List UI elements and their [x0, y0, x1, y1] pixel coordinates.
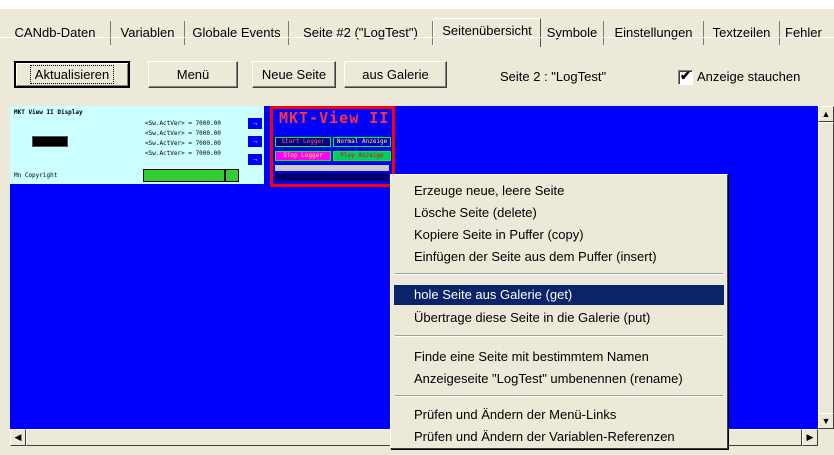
- thumb2-info-strip: [275, 165, 389, 171]
- scroll-right-icon[interactable]: ▶: [802, 429, 818, 446]
- tab-bar: CANdb-Daten Variablen Globale Events Sei…: [0, 9, 834, 47]
- thumb1-status-bar: [143, 169, 225, 182]
- menu-separator: [395, 395, 723, 397]
- tab-candb-daten[interactable]: CANdb-Daten: [0, 21, 111, 45]
- menu-button[interactable]: Menü: [148, 61, 238, 88]
- tab-einstellungen[interactable]: Einstellungen: [604, 21, 704, 45]
- compress-display-checkbox[interactable]: ✔: [678, 68, 693, 85]
- menu-item-get-from-gallery[interactable]: hole Seite aus Galerie (get): [394, 285, 724, 305]
- scroll-up-icon[interactable]: ▲: [818, 106, 834, 122]
- thumb2-title: MKT-View II: [279, 109, 390, 127]
- tab-seitenuebersicht[interactable]: Seitenübersicht: [433, 18, 541, 47]
- menu-item-put-to-gallery[interactable]: Übertrage diese Seite in die Galerie (pu…: [394, 308, 724, 328]
- thumb1-line-2: <Sw.ActVer> = 7000.00: [145, 130, 221, 137]
- tab-variablen[interactable]: Variablen: [111, 21, 185, 45]
- from-gallery-button[interactable]: aus Galerie: [344, 61, 447, 88]
- tab-divider: [0, 37, 834, 38]
- tab-fehler[interactable]: Fehler: [780, 21, 834, 45]
- thumb1-status-box: [225, 169, 239, 182]
- menu-item-check-variable-refs[interactable]: Prüfen und Ändern der Variablen-Referenz…: [394, 427, 724, 447]
- compress-display-label[interactable]: Anzeige stauchen: [697, 69, 800, 84]
- menu-separator: [395, 335, 723, 337]
- refresh-button[interactable]: Aktualisieren: [14, 61, 130, 88]
- menu-item-insert-page[interactable]: Einfügen der Seite aus dem Puffer (inser…: [394, 247, 724, 267]
- refresh-label: Aktualisieren: [29, 65, 115, 84]
- tab-textzeilen[interactable]: Textzeilen: [704, 21, 780, 45]
- thumb1-line-4: <Sw.ActVer> = 7000.00: [145, 150, 221, 157]
- top-strip: [0, 0, 834, 9]
- thumb1-copyright: Mn Copyright: [14, 172, 58, 179]
- menu-item-delete-page[interactable]: Lösche Seite (delete): [394, 203, 724, 223]
- page-thumbnail-1[interactable]: MKT View II Display <Sw.ActVer> = 7000.0…: [10, 106, 264, 184]
- thumb2-footer-strip: [275, 173, 389, 181]
- scroll-left-icon[interactable]: ◀: [10, 429, 26, 446]
- thumb1-arrow-icon: →: [248, 136, 262, 147]
- current-page-label: Seite 2 : "LogTest": [500, 69, 607, 84]
- vertical-scroll-thumb[interactable]: [818, 122, 834, 414]
- thumb1-arrow-icon: →: [248, 154, 262, 165]
- menu-item-find-page[interactable]: Finde eine Seite mit bestimmtem Namen: [394, 347, 724, 367]
- tab-symbole[interactable]: Symbole: [541, 21, 604, 45]
- main-window: CANdb-Daten Variablen Globale Events Sei…: [0, 0, 834, 455]
- scrollbar-corner: [818, 429, 834, 446]
- context-menu: Erzeuge neue, leere Seite Lösche Seite (…: [390, 174, 728, 449]
- thumb1-arrow-icon: →: [248, 118, 262, 129]
- thumb1-line-1: <Sw.ActVer> = 7000.00: [145, 120, 221, 127]
- thumb2-play-display: Play Anzeige: [333, 151, 391, 161]
- thumb1-title: MKT View II Display: [14, 109, 83, 116]
- tab-seite-2[interactable]: Seite #2 ("LogTest"): [289, 21, 433, 45]
- menu-separator: [395, 273, 723, 275]
- thumb2-normal-display: Normal Anzeige: [333, 137, 391, 147]
- menu-item-check-menu-links[interactable]: Prüfen und Ändern der Menü-Links: [394, 405, 724, 425]
- thumb1-line-3: <Sw.ActVer> = 7000.00: [145, 140, 221, 147]
- tab-globale-events[interactable]: Globale Events: [185, 21, 289, 45]
- vertical-scrollbar[interactable]: ▲ ▼: [818, 106, 834, 429]
- menu-item-rename-page[interactable]: Anzeigeseite "LogTest" umbenennen (renam…: [394, 369, 724, 389]
- scroll-down-icon[interactable]: ▼: [818, 413, 834, 429]
- new-page-button[interactable]: Neue Seite: [252, 61, 336, 88]
- thumb2-start-logger: Start Logger: [275, 137, 331, 147]
- thumb1-lcd-icon: [32, 136, 68, 147]
- page-thumbnail-2[interactable]: MKT-View II Start Logger Normal Anzeige …: [270, 106, 395, 187]
- menu-item-new-page[interactable]: Erzeuge neue, leere Seite: [394, 181, 724, 201]
- menu-item-copy-page[interactable]: Kopiere Seite in Puffer (copy): [394, 225, 724, 245]
- thumb2-stop-logger: Stop Logger: [275, 151, 331, 161]
- checkmark-icon: ✔: [680, 68, 691, 83]
